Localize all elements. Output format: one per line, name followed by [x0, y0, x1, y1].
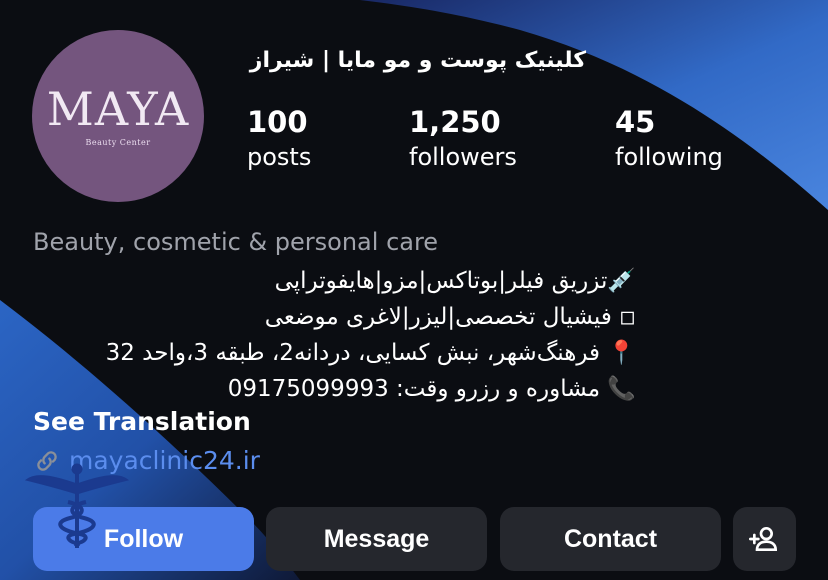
- following-label: following: [615, 143, 723, 171]
- bio-line-services: 💉تزریق فیلر|بوتاکس|مزو|هایفوتراپی: [30, 263, 636, 299]
- caduceus-icon: [24, 463, 130, 548]
- stat-followers[interactable]: 1,250 followers: [409, 104, 517, 174]
- bio-services-text: تزریق فیلر|بوتاکس|مزو|هایفوتراپی: [274, 268, 608, 294]
- following-count: 45: [615, 105, 656, 139]
- message-button[interactable]: Message: [266, 507, 487, 571]
- profile-category: Beauty, cosmetic & personal care: [33, 228, 439, 256]
- posts-label: posts: [247, 143, 312, 171]
- bio-treatments-text: فیشیال تخصصی|لیزر|لاغری موضعی: [264, 304, 612, 330]
- pin-icon: 📍: [607, 340, 636, 366]
- square-icon: ◽: [619, 304, 636, 330]
- bio-address-text: فرهنگ‌شهر، نبش کسایی، دردانه2، طبقه 3،وا…: [105, 340, 601, 366]
- bio-line-phone: 📞 مشاوره و رزرو وقت: 09175099993: [30, 371, 636, 407]
- bio-line-address: 📍 فرهنگ‌شهر، نبش کسایی، دردانه2، طبقه 3،…: [30, 335, 636, 371]
- phone-icon: 📞: [607, 376, 636, 402]
- see-translation-link[interactable]: See Translation: [33, 407, 251, 436]
- followers-label: followers: [409, 143, 517, 171]
- syringe-icon: 💉: [607, 268, 636, 294]
- profile-name: کلینیک پوست و مو مایا | شیراز: [249, 48, 586, 73]
- profile-screen: MAYA Beauty Center کلینیک پوست و مو مایا…: [0, 0, 828, 580]
- stat-following[interactable]: 45 following: [615, 104, 723, 174]
- avatar-subtitle: Beauty Center: [85, 137, 151, 147]
- avatar-logo-text: MAYA: [46, 81, 190, 136]
- stat-posts[interactable]: 100 posts: [247, 104, 311, 174]
- followers-count: 1,250: [409, 105, 501, 139]
- bio-phone-text: مشاوره و رزرو وقت: 09175099993: [227, 376, 601, 402]
- contact-button[interactable]: Contact: [500, 507, 721, 571]
- add-user-icon: [748, 527, 777, 551]
- avatar[interactable]: MAYA Beauty Center: [32, 30, 204, 202]
- profile-bio: 💉تزریق فیلر|بوتاکس|مزو|هایفوتراپی ◽ فیشی…: [30, 263, 636, 407]
- add-user-button[interactable]: [733, 507, 796, 571]
- bio-line-treatments: ◽ فیشیال تخصصی|لیزر|لاغری موضعی: [30, 299, 636, 335]
- posts-count: 100: [247, 105, 308, 139]
